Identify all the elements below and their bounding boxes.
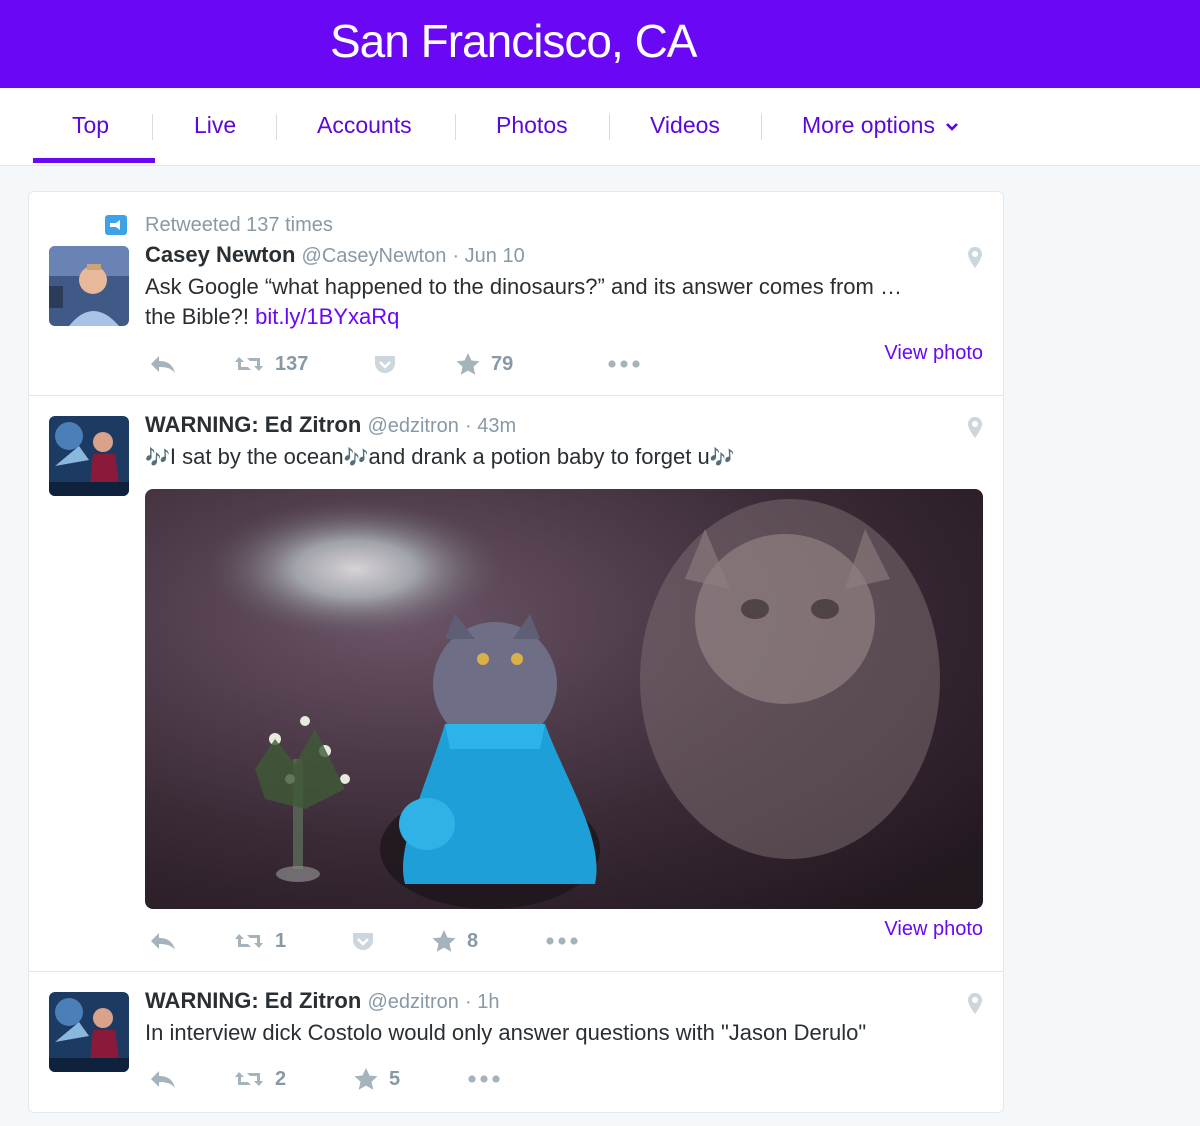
more-button[interactable] xyxy=(607,349,641,379)
retweet-icon xyxy=(235,357,263,371)
reply-button[interactable] xyxy=(149,349,177,379)
star-icon xyxy=(456,353,480,375)
pocket-button[interactable] xyxy=(373,349,397,379)
favorite-count: 79 xyxy=(491,352,514,375)
location-pin-icon[interactable] xyxy=(967,992,983,1016)
tweet-text-part: I sat by the ocean xyxy=(169,444,344,469)
tweet-text-prefix: the Bible?! xyxy=(145,304,256,329)
tab-divider xyxy=(609,114,610,140)
author-name[interactable]: WARNING: Ed Zitron xyxy=(145,988,361,1013)
retweet-button[interactable]: 1 xyxy=(233,926,286,956)
view-photo-link[interactable]: View photo xyxy=(884,342,983,365)
tweet-text-continued: the Bible?! bit.ly/1BYxaRq xyxy=(145,302,399,332)
tweet-timestamp[interactable]: · 1h xyxy=(465,991,499,1013)
tweet-text-part: and drank a potion baby to forget u xyxy=(368,444,710,469)
retweet-icon xyxy=(235,1072,263,1086)
author-handle[interactable]: @edzitron xyxy=(367,415,458,437)
view-photo-link[interactable]: View photo xyxy=(884,918,983,941)
tweet-item[interactable]: Retweeted 137 times Casey Newton @CaseyN… xyxy=(29,192,1003,396)
favorite-button[interactable]: 5 xyxy=(353,1064,400,1094)
more-icon xyxy=(468,1075,500,1083)
tweet-header: Casey Newton @CaseyNewton · Jun 10 xyxy=(145,242,525,268)
tab-more-options-label: More options xyxy=(802,112,935,138)
tweet-header: WARNING: Ed Zitron @edzitron · 1h xyxy=(145,988,500,1014)
favorite-count: 8 xyxy=(467,929,479,952)
tweet-photo[interactable] xyxy=(145,489,983,909)
tweet-timestamp[interactable]: · 43m xyxy=(465,415,516,437)
page-title: San Francisco, CA xyxy=(330,15,697,67)
more-button[interactable] xyxy=(467,1064,501,1094)
retweet-count: 2 xyxy=(275,1067,287,1090)
tweet-actions: 137 79 xyxy=(145,349,745,379)
retweet-badge-icon xyxy=(105,215,127,235)
tab-photos[interactable]: Photos xyxy=(496,112,568,139)
more-icon xyxy=(546,937,578,945)
avatar[interactable] xyxy=(49,992,129,1072)
author-handle[interactable]: @CaseyNewton xyxy=(302,245,447,267)
reply-icon xyxy=(151,933,175,950)
reply-button[interactable] xyxy=(149,1064,177,1094)
tab-divider xyxy=(276,114,277,140)
tab-top[interactable]: Top xyxy=(72,112,109,139)
location-header: San Francisco, CA xyxy=(0,0,1200,88)
cat-photo-image xyxy=(145,489,983,909)
avatar[interactable] xyxy=(49,246,129,326)
author-handle[interactable]: @edzitron xyxy=(367,991,458,1013)
pocket-icon xyxy=(353,933,373,950)
reply-icon xyxy=(151,1071,175,1088)
star-icon xyxy=(354,1068,378,1090)
tweet-text: In interview dick Costolo would only ans… xyxy=(145,1020,867,1045)
tweet-link[interactable]: bit.ly/1BYxaRq xyxy=(255,304,399,329)
reply-button[interactable] xyxy=(149,926,177,956)
pocket-icon xyxy=(375,356,395,373)
avatar[interactable] xyxy=(49,416,129,496)
music-note-emoji: 🎶 xyxy=(709,447,735,469)
tweet-text: 🎶I sat by the ocean🎶and drank a potion b… xyxy=(145,442,735,473)
tweet-stream: Retweeted 137 times Casey Newton @CaseyN… xyxy=(28,191,1004,1113)
tweet-item[interactable]: WARNING: Ed Zitron @edzitron · 1h In int… xyxy=(29,972,1003,1112)
search-tabs: Top Live Accounts Photos Videos More opt… xyxy=(0,88,1200,166)
location-pin-icon[interactable] xyxy=(967,246,983,270)
author-name[interactable]: Casey Newton xyxy=(145,242,295,267)
favorite-count: 5 xyxy=(389,1067,401,1090)
tweet-actions: 1 8 xyxy=(145,926,745,956)
more-button[interactable] xyxy=(545,926,579,956)
location-pin-icon[interactable] xyxy=(967,416,983,440)
favorite-button[interactable]: 79 xyxy=(455,349,513,379)
tab-live[interactable]: Live xyxy=(194,112,236,139)
pocket-button[interactable] xyxy=(351,926,375,956)
tweet-actions: 2 5 xyxy=(145,1064,745,1094)
tab-divider xyxy=(761,114,762,140)
retweet-count: 137 xyxy=(275,352,309,375)
tweet-header: WARNING: Ed Zitron @edzitron · 43m xyxy=(145,412,516,438)
tab-accounts[interactable]: Accounts xyxy=(317,112,412,139)
tab-videos[interactable]: Videos xyxy=(650,112,720,139)
tweet-text: Ask Google “what happened to the dinosau… xyxy=(145,274,902,299)
retweet-button[interactable]: 2 xyxy=(233,1064,286,1094)
author-name[interactable]: WARNING: Ed Zitron xyxy=(145,412,361,437)
retweet-button[interactable]: 137 xyxy=(233,349,308,379)
music-note-emoji: 🎶 xyxy=(145,447,170,469)
active-tab-indicator xyxy=(33,158,155,163)
tab-more-options[interactable]: More options xyxy=(802,112,959,139)
chevron-down-icon xyxy=(946,123,959,131)
retweet-context: Retweeted 137 times xyxy=(145,214,333,236)
star-icon xyxy=(432,930,456,952)
reply-icon xyxy=(151,356,175,373)
tweet-item[interactable]: WARNING: Ed Zitron @edzitron · 43m 🎶I sa… xyxy=(29,396,1003,972)
retweet-count: 1 xyxy=(275,929,287,952)
more-icon xyxy=(608,360,640,368)
tab-divider xyxy=(455,114,456,140)
retweet-icon xyxy=(235,934,263,948)
favorite-button[interactable]: 8 xyxy=(431,926,478,956)
music-note-emoji: 🎶 xyxy=(343,447,369,469)
tweet-timestamp[interactable]: · Jun 10 xyxy=(452,245,524,267)
tab-divider xyxy=(152,114,153,140)
